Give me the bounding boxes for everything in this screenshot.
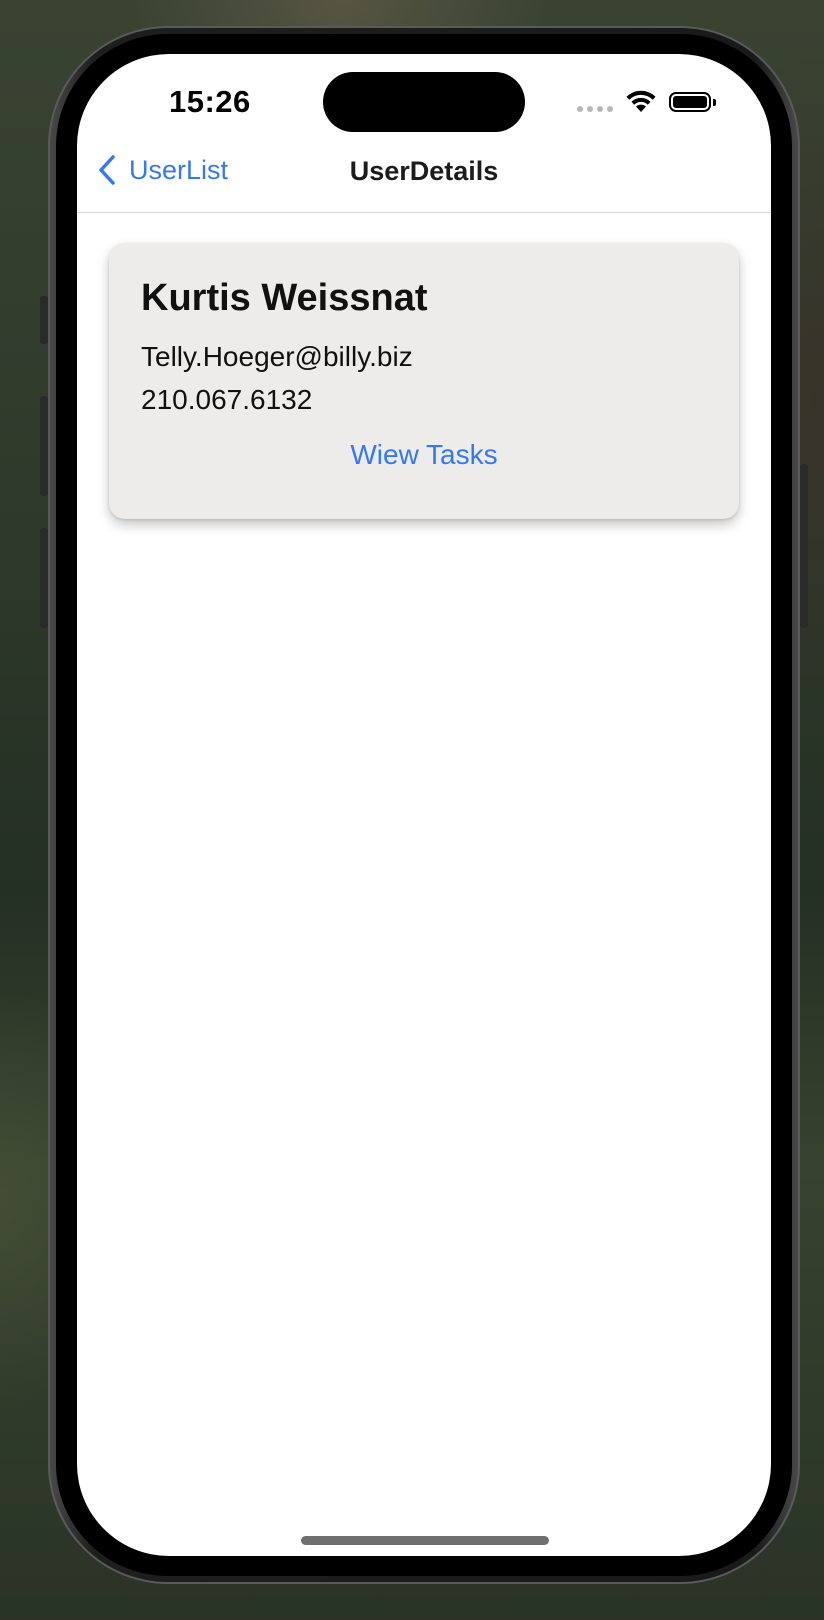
user-phone: 210.067.6132 <box>141 384 313 415</box>
user-name: Kurtis Weissnat <box>141 277 428 319</box>
dynamic-island <box>323 72 525 132</box>
status-time: 15:26 <box>169 84 251 119</box>
volume-up-button <box>40 396 48 496</box>
user-email: Telly.Hoeger@billy.biz <box>141 341 413 372</box>
wifi-icon <box>626 90 656 112</box>
phone-screen: 15:26 UserList UserDetails Kurtis Weissn… <box>77 54 771 1556</box>
cellular-signal-icon <box>577 106 613 112</box>
user-details-card: Kurtis Weissnat Telly.Hoeger@billy.biz 2… <box>109 243 739 519</box>
home-indicator[interactable] <box>301 1536 549 1545</box>
view-tasks-button[interactable]: Wiew Tasks <box>109 439 739 471</box>
battery-icon <box>669 92 716 112</box>
silent-switch <box>40 296 48 344</box>
page-title: UserDetails <box>349 156 499 186</box>
volume-down-button <box>40 528 48 628</box>
power-button <box>800 464 808 628</box>
status-icons <box>577 90 716 114</box>
navigation-bar: UserList UserDetails <box>77 150 771 213</box>
